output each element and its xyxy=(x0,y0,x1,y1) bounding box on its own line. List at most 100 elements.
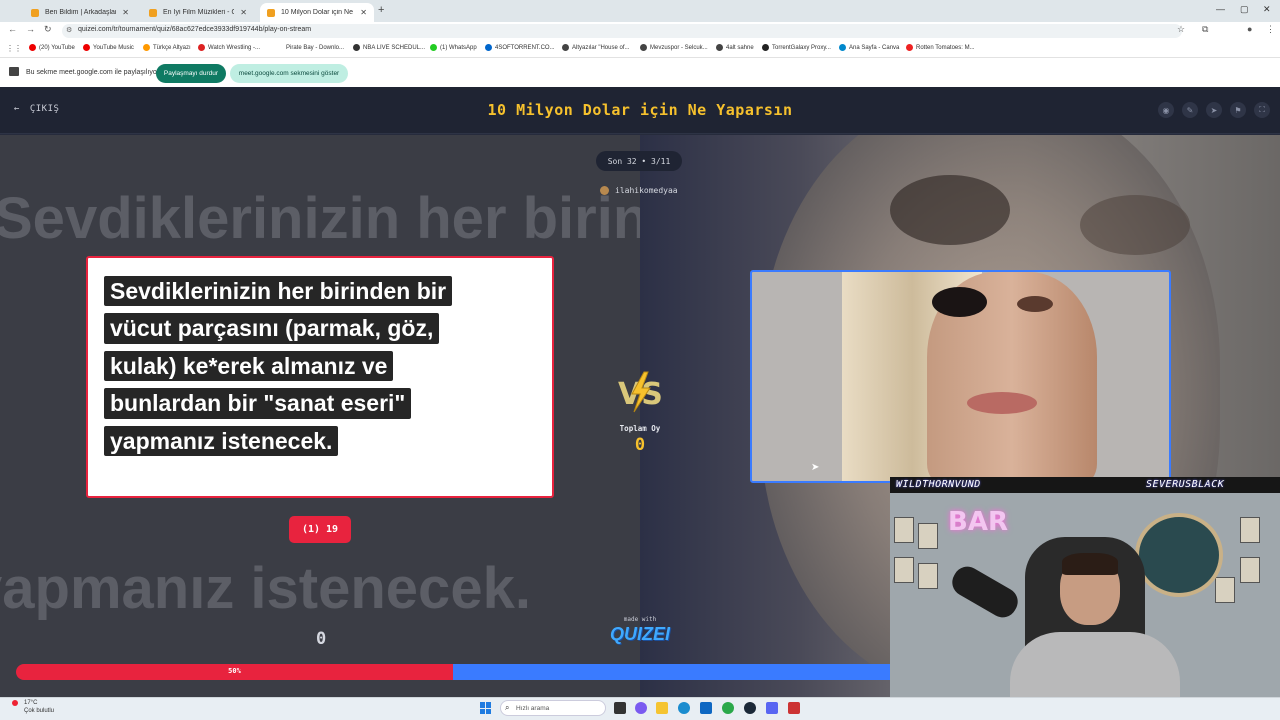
bookmark-item[interactable]: 4alt sahne xyxy=(716,44,754,51)
forward-icon[interactable]: → xyxy=(26,24,35,34)
fullscreen-icon[interactable]: ⛶ xyxy=(1254,102,1270,118)
made-with-label: made with xyxy=(623,616,657,623)
apps-grid-icon[interactable]: ⋮⋮ xyxy=(6,44,22,53)
right-option-card[interactable] xyxy=(750,270,1171,483)
bookmark-item[interactable]: 4SOFTORRENT.CO... xyxy=(485,44,555,51)
edge-icon[interactable] xyxy=(678,702,690,714)
bookmark-icon xyxy=(276,44,283,51)
bookmark-icon xyxy=(762,44,769,51)
stop-sharing-button[interactable]: Paylaşmayı durdur xyxy=(156,64,226,83)
bookmark-label: Türkçe Altyazı xyxy=(153,44,191,51)
bookmark-item[interactable]: (1) WhatsApp xyxy=(430,44,477,51)
round-indicator: Son 32 • 3/11 xyxy=(596,151,682,171)
question-line: kulak) ke*erek almanız ve xyxy=(104,350,394,382)
bookmark-item[interactable]: Pirate Bay - Downlo... xyxy=(276,44,344,51)
chrome-icon[interactable] xyxy=(722,702,734,714)
edit-icon[interactable]: ✎ xyxy=(1182,102,1198,118)
url-input[interactable]: ⚙ quizei.com/tr/tournament/quiz/68ac627e… xyxy=(62,24,1182,38)
extensions-icon[interactable]: ⧉ xyxy=(1202,24,1208,35)
outlook-icon[interactable] xyxy=(700,702,712,714)
left-option-card[interactable]: Sevdiklerinizin her birinden bir vücut p… xyxy=(86,256,554,498)
bookmark-item[interactable]: YouTube Music xyxy=(83,44,134,51)
screen-share-icon xyxy=(9,67,19,76)
profile-icon[interactable]: ● xyxy=(1247,24,1252,34)
progress-percentage: 50% xyxy=(228,667,241,675)
windows-start-icon[interactable] xyxy=(480,702,492,714)
bookmark-icon xyxy=(143,44,150,51)
bookmark-item[interactable]: Ana Sayfa - Canva xyxy=(839,44,899,51)
flag-icon[interactable]: ⚑ xyxy=(1230,102,1246,118)
canva-icon xyxy=(839,44,846,51)
neon-sign: BAR xyxy=(948,507,1008,537)
url-text: quizei.com/tr/tournament/quiz/68ac627edc… xyxy=(78,26,312,33)
bookmark-icon xyxy=(640,44,647,51)
close-tab-icon[interactable]: ✕ xyxy=(360,8,367,17)
tab-title: En İyi Film Müzikleri - Quizei xyxy=(163,9,235,16)
bookmark-label: Mevzuspor - Selcuk... xyxy=(650,44,708,51)
bookmark-label: Altyazılar "House of... xyxy=(572,44,630,51)
question-line: yapmanız istenecek. xyxy=(104,425,339,457)
bookmark-label: 4SOFTORRENT.CO... xyxy=(495,44,555,51)
bookmark-icon xyxy=(485,44,492,51)
progress-bar-right xyxy=(453,664,890,680)
favicon-icon xyxy=(149,8,157,17)
close-window-icon[interactable]: ✕ xyxy=(1263,4,1271,15)
discord-icon[interactable] xyxy=(766,702,778,714)
browser-tab[interactable]: Ben Bildim | Arkadaşlarınla Onli... ✕ xyxy=(24,3,136,22)
bookmark-item[interactable]: Altyazılar "House of... xyxy=(562,44,630,51)
menu-icon[interactable]: ⋮ xyxy=(1266,24,1275,35)
bookmark-label: Rotten Tomatoes: M... xyxy=(916,44,975,51)
avatar xyxy=(600,186,609,195)
bookmark-icon xyxy=(353,44,360,51)
wall-flag xyxy=(1135,513,1223,597)
creator-label[interactable]: ilahikomedyaa xyxy=(600,186,678,195)
bookmark-item[interactable]: Rotten Tomatoes: M... xyxy=(906,44,975,51)
bookmark-star-icon[interactable]: ☆ xyxy=(1177,24,1185,35)
youtube-music-icon xyxy=(83,44,90,51)
left-score-badge: (1) 19 xyxy=(289,516,351,543)
app-icon[interactable] xyxy=(788,702,800,714)
steam-icon[interactable] xyxy=(744,702,756,714)
total-votes-label: Toplam Oy xyxy=(619,424,661,433)
back-icon[interactable]: ← xyxy=(8,24,17,34)
close-tab-icon[interactable]: ✕ xyxy=(122,8,129,17)
eye-icon[interactable]: ◉ xyxy=(1158,102,1174,118)
bookmark-item[interactable]: Mevzuspor - Selcuk... xyxy=(640,44,708,51)
site-info-icon[interactable]: ⚙ xyxy=(66,26,72,34)
quizei-logo[interactable]: QUIZEI xyxy=(600,624,680,645)
minimize-icon[interactable]: — xyxy=(1216,4,1225,14)
poster xyxy=(1240,557,1260,583)
task-view-icon[interactable] xyxy=(614,702,626,714)
bookmark-item[interactable]: NBA LIVE SCHEDUL... xyxy=(353,44,425,51)
show-meet-tab-button[interactable]: meet.google.com sekmesini göster xyxy=(230,64,348,83)
browser-tab-active[interactable]: 10 Milyon Dolar için Ne Yap... ✕ xyxy=(260,3,374,22)
poster xyxy=(894,557,914,583)
copilot-icon[interactable] xyxy=(635,702,647,714)
left-vote-count: 0 xyxy=(316,629,327,649)
webcam-left-name: WILDTHORNVUND xyxy=(896,479,981,490)
creator-name: ilahikomedyaa xyxy=(615,186,678,195)
total-votes-value: 0 xyxy=(634,435,646,455)
question-line: vücut parçasını (parmak, göz, xyxy=(104,313,440,344)
taskbar-search-input[interactable]: ⌕ Hızlı arama xyxy=(500,700,606,716)
bookmark-item[interactable]: Watch Wrestling -... xyxy=(198,44,260,51)
file-explorer-icon[interactable] xyxy=(656,702,668,714)
reload-icon[interactable]: ↻ xyxy=(44,24,52,35)
close-tab-icon[interactable]: ✕ xyxy=(240,8,247,17)
maximize-icon[interactable]: ▢ xyxy=(1240,4,1249,15)
send-icon[interactable]: ➤ xyxy=(1206,102,1222,118)
weather-widget[interactable]: 17°C Çok bulutlu xyxy=(12,700,54,716)
tab-title: Ben Bildim | Arkadaşlarınla Onli... xyxy=(45,9,117,16)
poster xyxy=(1215,577,1235,603)
sharing-notice: Bu sekme meet.google.com ile paylaşılıyo… xyxy=(26,69,160,76)
poster xyxy=(918,563,938,589)
bookmark-item[interactable]: (20) YouTube xyxy=(29,44,75,51)
bookmark-item[interactable]: Türkçe Altyazı xyxy=(143,44,191,51)
question-line: bunlardan bir "sanat eseri" xyxy=(104,388,412,419)
browser-tab[interactable]: En İyi Film Müzikleri - Quizei ✕ xyxy=(142,3,254,22)
vs-lightning-icon: VS xyxy=(618,371,663,413)
bookmark-label: NBA LIVE SCHEDUL... xyxy=(363,44,426,51)
mouse-cursor-icon: ➤ xyxy=(811,462,820,473)
bookmark-item[interactable]: TorrentGalaxy Proxy... xyxy=(762,44,831,51)
new-tab-icon[interactable]: + xyxy=(378,4,384,16)
